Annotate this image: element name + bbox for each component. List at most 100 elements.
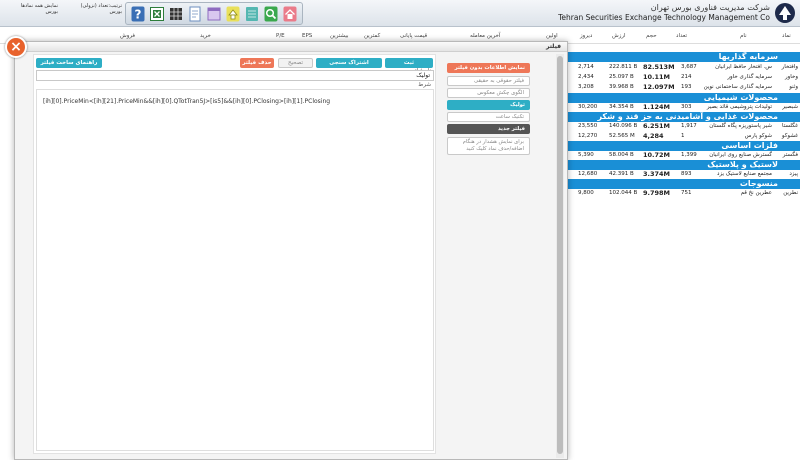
table-row[interactable]: 5,390 58.004 B 10.72M 1,399 گسترش صنایع … <box>567 151 800 160</box>
home-icon[interactable] <box>282 5 298 23</box>
col-value[interactable]: ارزش <box>612 33 626 39</box>
condition-textarea[interactable]: [ih][0].PriceMin<[ih][21].PriceMin&&[ih]… <box>36 89 434 451</box>
volume-cell: 4,284 <box>643 132 664 140</box>
name-cell: گسترش صنایع روی ایرانیان <box>709 152 772 158</box>
value-cell: 102.044 B <box>609 190 638 196</box>
col-highest[interactable]: بیشترین <box>330 33 349 39</box>
symbol-cell[interactable]: وخاور <box>785 73 798 82</box>
new-filter-button[interactable]: فیلتر جدید <box>447 124 530 134</box>
symbol-cell[interactable]: نطرین <box>783 189 798 198</box>
share-button[interactable]: اشتراک سنجی <box>316 58 382 68</box>
brand-name-fa: شرکت مدیریت فناوری بورس تهران <box>650 3 770 12</box>
show-all-unfiltered-button[interactable]: نمایش اطلاعات بدون فیلتر <box>447 63 530 73</box>
table-row[interactable]: 23,550 140.096 B 6.251M 1,917 شیر پاستور… <box>567 122 800 131</box>
count-cell: 893 <box>681 171 692 177</box>
symbol-cell[interactable]: فگستر <box>783 151 798 160</box>
filter-item[interactable]: الگوی چکش معکوس <box>447 88 530 98</box>
value-cell: 42.391 B <box>609 171 634 177</box>
price-cell: 2,434 <box>578 74 594 80</box>
home-up-icon[interactable] <box>225 5 241 23</box>
symbol-cell[interactable]: غگلستا <box>782 122 798 131</box>
col-symbol[interactable]: نماد <box>782 33 791 39</box>
filter-modal: فیلتر × ثبت اشتراک سنجی تصحیح حذف فیلتر … <box>5 36 568 460</box>
calendar-icon[interactable] <box>206 5 222 23</box>
symbol-cell[interactable]: پیزد <box>789 170 798 179</box>
count-cell: 193 <box>681 84 692 90</box>
top-bar: نمایش همه نمادها بورس ترتیب:تعداد (نزولی… <box>0 0 800 27</box>
search-icon[interactable] <box>263 5 279 23</box>
volume-cell: 12.097M <box>643 83 675 91</box>
count-cell: 214 <box>681 74 692 80</box>
table-row[interactable]: 9,800 102.044 B 9.798M 751 عطرین نخ قم ن… <box>567 189 800 198</box>
document-icon[interactable] <box>187 5 203 23</box>
symbol-cell[interactable]: غشوکو <box>782 132 798 141</box>
modal-scrollbar[interactable] <box>556 54 564 458</box>
notes-icon[interactable] <box>244 5 260 23</box>
col-buy[interactable]: خرید <box>200 33 211 39</box>
value-cell: 58.004 B <box>609 152 634 158</box>
filter-item-selected[interactable]: تولیک <box>447 100 530 110</box>
name-cell: شوکو پارس <box>744 133 772 139</box>
name-cell: س. افتخار حافظ ایرانیان <box>715 64 772 70</box>
name-cell: سرمایه گذاری ساختمانی نوین <box>703 84 772 90</box>
count-cell: 3,687 <box>681 64 697 70</box>
col-lowest[interactable]: کمترین <box>364 33 380 39</box>
alert-hint[interactable]: برای نمایش هشدار در هنگام اضافه/حذف نماد… <box>447 137 530 155</box>
table-row[interactable]: 3,208 39.968 B 12.097M 193 سرمایه گذاری … <box>567 83 800 92</box>
price-cell: 12,270 <box>578 133 598 139</box>
save-button[interactable]: ثبت <box>385 58 433 68</box>
table-row[interactable]: 12,270 52.565 M 4,284 1 شوکو پارس غشوکو <box>567 132 800 141</box>
condition-label: شرط <box>418 82 431 88</box>
price-cell: 5,390 <box>578 152 594 158</box>
col-count[interactable]: تعداد <box>676 33 687 39</box>
filter-item[interactable]: فیلتر حقوقی به حقیقی <box>447 76 530 86</box>
bourse-label: بورس <box>45 9 59 15</box>
col-sell[interactable]: فروش <box>120 33 135 39</box>
filter-editor: ثبت اشتراک سنجی تصحیح حذف فیلتر راهنمای … <box>33 54 436 454</box>
section-header: سرمایه گذاریها <box>567 52 800 62</box>
col-pe[interactable]: P/E <box>276 33 285 39</box>
table-row[interactable]: 2,434 25.097 B 10.11M 214 سرمایه گذاری خ… <box>567 73 800 82</box>
symbol-cell[interactable]: شبصیر <box>782 103 798 112</box>
col-volume[interactable]: حجم <box>646 33 657 39</box>
symbol-cell[interactable]: وثنو <box>789 83 798 92</box>
symbol-cell[interactable]: وافتخار <box>782 63 798 72</box>
delete-filter-button[interactable]: حذف فیلتر <box>240 58 274 68</box>
close-button[interactable]: × <box>5 36 27 58</box>
help-icon[interactable]: ? <box>130 5 146 23</box>
order-sub: بورس <box>109 9 123 15</box>
table-row[interactable]: 30,200 34.354 B 1.124M 303 تولیدات پتروش… <box>567 103 800 112</box>
sort-order[interactable]: ترتیب:تعداد (نزولی) بورس <box>60 3 122 24</box>
value-cell: 140.096 B <box>609 123 638 129</box>
filter-guide-button[interactable]: راهنمای ساخت فیلتر <box>36 58 102 68</box>
price-cell: 9,800 <box>578 190 594 196</box>
excel-icon[interactable] <box>149 5 165 23</box>
svg-text:?: ? <box>134 7 141 21</box>
name-cell: مجتمع صنایع لاستیک یزد <box>717 171 772 177</box>
col-name[interactable]: نام <box>740 33 747 39</box>
filter-name-input[interactable]: تولیک <box>36 70 434 81</box>
table-row[interactable]: 2,714 222.811 B 82.513M 3,687 س. افتخار … <box>567 63 800 72</box>
count-cell: 1,399 <box>681 152 697 158</box>
price-cell: 30,200 <box>578 104 598 110</box>
show-all-symbols[interactable]: نمایش همه نمادها بورس <box>6 3 58 24</box>
table-row[interactable]: 12,680 42.391 B 3.374M 893 مجتمع صنایع ل… <box>567 170 800 179</box>
col-first[interactable]: اولین <box>546 33 558 39</box>
col-eps[interactable]: EPS <box>302 33 312 39</box>
section-header: فلزات اساسی <box>567 141 800 151</box>
value-cell: 222.811 B <box>609 64 638 70</box>
col-closing-price[interactable]: قیمت پایانی <box>400 33 427 39</box>
value-cell: 34.354 B <box>609 104 634 110</box>
price-cell: 2,714 <box>578 64 594 70</box>
filter-item[interactable]: تکنیک ساعت <box>447 112 530 122</box>
section-header: محصولات غذایی و آشامیدنی به جز قند و شکر <box>567 112 800 122</box>
edit-button[interactable]: تصحیح <box>278 58 313 68</box>
col-yesterday[interactable]: دیروز <box>580 33 592 39</box>
col-last-trade[interactable]: آخرین معامله <box>470 33 500 39</box>
scrollbar-thumb[interactable] <box>557 56 563 454</box>
brand-name-en: Tehran Securities Exchange Technology Ma… <box>558 13 770 22</box>
grid-icon[interactable] <box>168 5 184 23</box>
brand: شرکت مدیریت فناوری بورس تهران Tehran Sec… <box>550 2 770 25</box>
toolbar: ? <box>125 2 303 25</box>
value-cell: 52.565 M <box>609 133 635 139</box>
